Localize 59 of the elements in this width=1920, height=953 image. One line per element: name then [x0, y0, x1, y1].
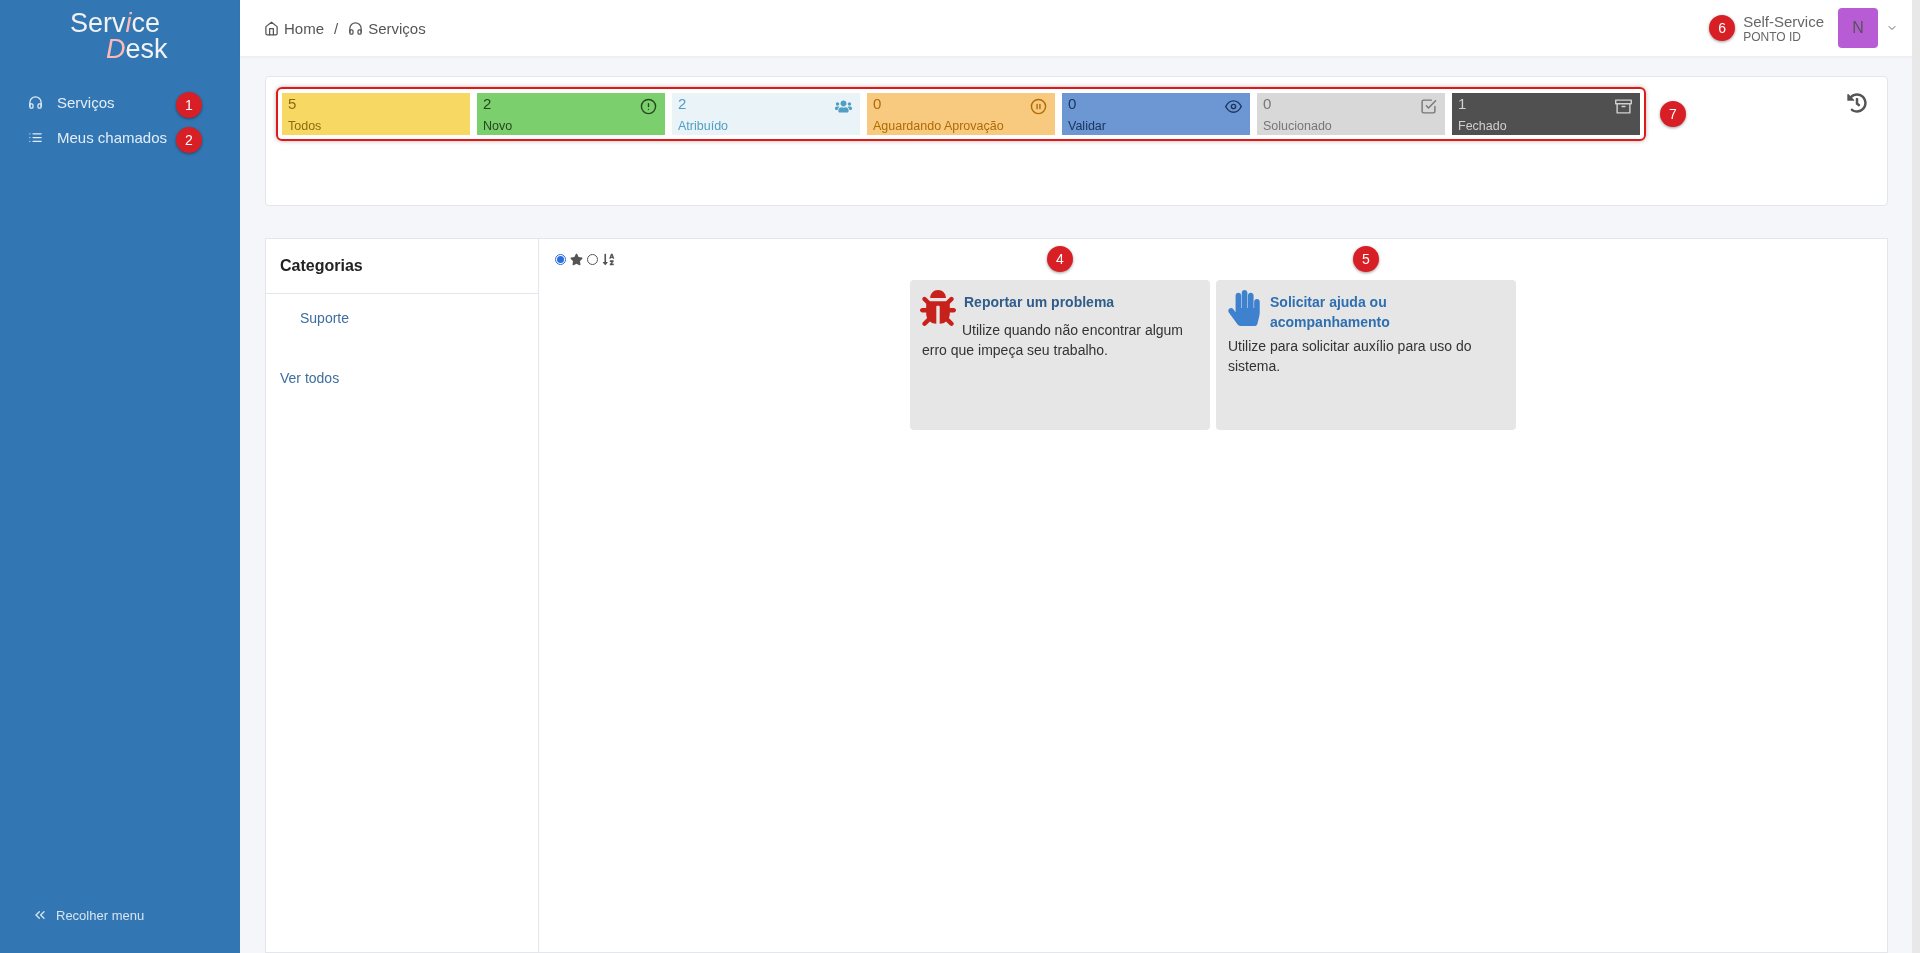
- status-tile[interactable]: 2 Atribuído: [672, 93, 860, 135]
- status-tile[interactable]: 0 Aguardando Aprovação: [867, 93, 1055, 135]
- category-link[interactable]: Suporte: [266, 294, 538, 342]
- see-all-link[interactable]: Ver todos: [266, 342, 538, 414]
- user-organization: PONTO ID: [1743, 29, 1802, 44]
- list-icon: [28, 130, 43, 145]
- pause-icon: [1030, 98, 1047, 115]
- tile-count: 0: [1263, 95, 1272, 112]
- service-title: Solicitar ajuda ou acompanhamento: [1270, 293, 1391, 332]
- status-tile[interactable]: 5 Todos: [282, 93, 470, 135]
- annotation-marker: 5: [1353, 246, 1379, 272]
- breadcrumb-link[interactable]: Serviços: [348, 19, 426, 37]
- tile-label: Validar: [1068, 119, 1106, 133]
- service-desk-logo: Service Desk: [69, 7, 169, 66]
- status-tile[interactable]: 1 Fechado: [1452, 93, 1640, 135]
- annotation-marker: 1: [176, 92, 202, 118]
- tile-label: Atribuído: [678, 119, 729, 133]
- tile-label: Solucionado: [1263, 119, 1332, 133]
- hand-icon: [1226, 290, 1262, 326]
- sidebar-item[interactable]: Serviços 1: [0, 88, 240, 117]
- annotation-marker: 4: [1047, 246, 1073, 272]
- star-icon: [570, 253, 583, 266]
- tile-count: 5: [288, 95, 297, 112]
- sort-icon: [602, 253, 615, 266]
- annotation-marker: 2: [176, 127, 202, 153]
- archive-icon: [1615, 98, 1632, 115]
- collapse-menu-link[interactable]: Recolher menu: [32, 907, 240, 923]
- categories-title: Categorias: [266, 239, 538, 294]
- check-icon: [1420, 98, 1437, 115]
- breadcrumb-link[interactable]: Home: [264, 19, 324, 37]
- radio-button[interactable]: [555, 254, 566, 265]
- annotation-marker: 6: [1709, 15, 1736, 41]
- service-description: Utilize quando não encontrar algum erro que impeça seu trabalho.: [922, 321, 1185, 360]
- tile-count: 2: [483, 95, 492, 112]
- status-tile[interactable]: 0 Validar: [1062, 93, 1250, 135]
- tile-count: 1: [1458, 95, 1467, 112]
- users-icon: [835, 98, 852, 115]
- headset-icon: [348, 20, 364, 36]
- eye-icon: [1225, 98, 1242, 115]
- service-description: Utilize para solicitar auxílio para uso do sistema.: [1228, 337, 1473, 376]
- breadcrumb-separator: /: [334, 19, 339, 37]
- tile-count: 2: [678, 95, 687, 112]
- home-icon: [264, 20, 279, 36]
- user-name: Self-Service: [1743, 12, 1824, 30]
- tile-label: Novo: [483, 119, 513, 133]
- service-title: Reportar um problema: [964, 293, 1115, 312]
- headset-icon: [28, 95, 43, 110]
- annotation-marker: 7: [1660, 101, 1686, 127]
- status-tile[interactable]: 2 Novo: [477, 93, 665, 135]
- tile-label: Fechado: [1458, 119, 1507, 133]
- sidebar-item[interactable]: Meus chamados 2: [0, 123, 240, 152]
- tile-label: Aguardando Aprovação: [873, 119, 1004, 133]
- bug-icon: [920, 290, 956, 326]
- alert-icon: [640, 98, 657, 115]
- tile-label: Todos: [288, 119, 322, 133]
- tile-count: 0: [1068, 95, 1077, 112]
- tile-count: 0: [873, 95, 882, 112]
- status-tile[interactable]: 0 Solucionado: [1257, 93, 1445, 135]
- history-icon[interactable]: [1847, 93, 1867, 113]
